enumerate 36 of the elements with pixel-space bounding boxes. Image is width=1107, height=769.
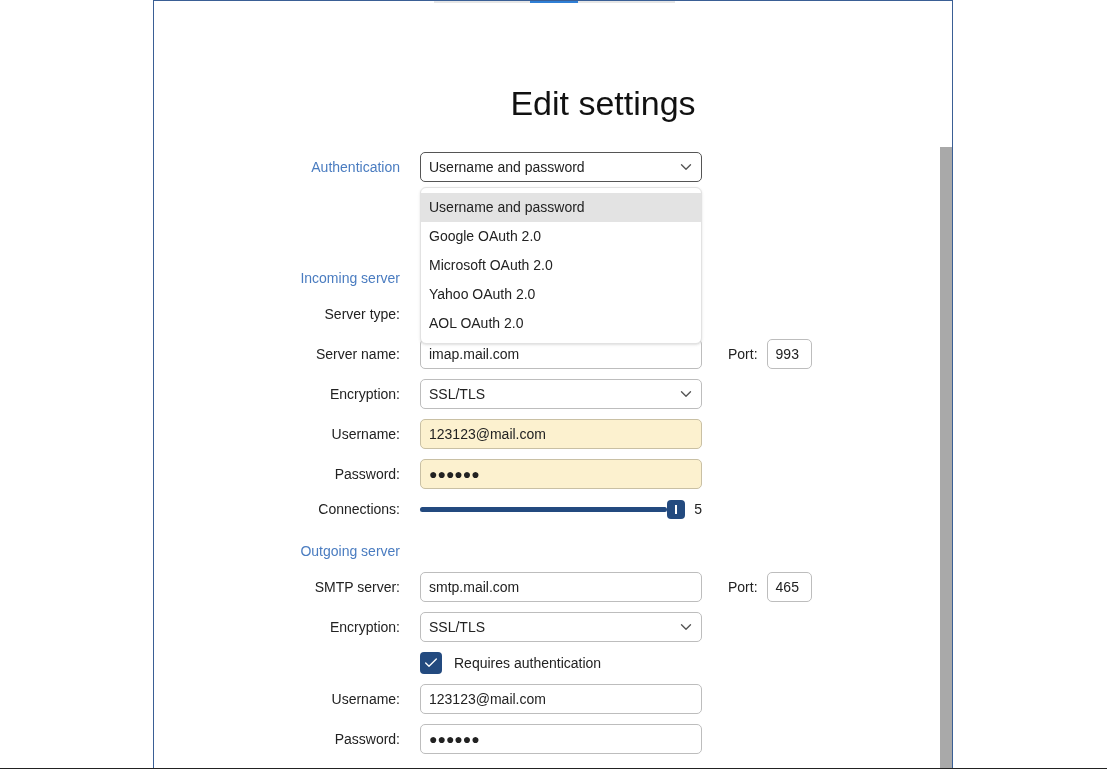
field-label: Encryption:: [328, 618, 400, 637]
checkbox-label: Requires authentication: [454, 653, 602, 673]
dropdown-option[interactable]: Microsoft OAuth 2.0: [421, 251, 701, 280]
field-label: Username:: [330, 425, 400, 444]
port-field[interactable]: 993: [766, 339, 812, 369]
select-field[interactable]: SSL/TLS: [420, 612, 702, 642]
slider-value: 5: [694, 499, 702, 519]
page-title: Edit settings: [509, 83, 697, 123]
slider[interactable]: [420, 499, 686, 519]
section-heading: Authentication: [310, 158, 400, 177]
input-field[interactable]: ●●●●●●: [420, 459, 702, 489]
field-label: Port:: [728, 577, 758, 597]
authentication-select[interactable]: Username and password: [420, 152, 702, 182]
field-label: Connections:: [317, 500, 400, 519]
section-heading: Outgoing server: [299, 542, 400, 561]
input-field[interactable]: ●●●●●●: [420, 724, 702, 754]
input-field[interactable]: 123123@mail.com: [420, 419, 702, 449]
dropdown-option[interactable]: Google OAuth 2.0: [421, 222, 701, 251]
dropdown-option[interactable]: Username and password: [421, 193, 701, 222]
dropdown-option[interactable]: Yahoo OAuth 2.0: [421, 280, 701, 309]
field-label: Password:: [333, 465, 400, 484]
input-field[interactable]: 123123@mail.com: [420, 684, 702, 714]
field-label: Username:: [330, 690, 400, 709]
field-label: Encryption:: [328, 385, 400, 404]
field-label: Port:: [728, 344, 758, 364]
port-field[interactable]: 465: [766, 572, 812, 602]
field-label: SMTP server:: [313, 578, 400, 597]
field-label: Server name:: [314, 345, 400, 364]
slider-thumb[interactable]: [667, 499, 686, 519]
checkbox[interactable]: [420, 652, 442, 674]
field-label: Password:: [333, 730, 400, 749]
field-label: Server type:: [323, 305, 400, 324]
select-field[interactable]: SSL/TLS: [420, 379, 702, 409]
dropdown-option[interactable]: AOL OAuth 2.0: [421, 309, 701, 338]
input-field[interactable]: smtp.mail.com: [420, 572, 702, 602]
section-heading: Incoming server: [299, 269, 400, 288]
